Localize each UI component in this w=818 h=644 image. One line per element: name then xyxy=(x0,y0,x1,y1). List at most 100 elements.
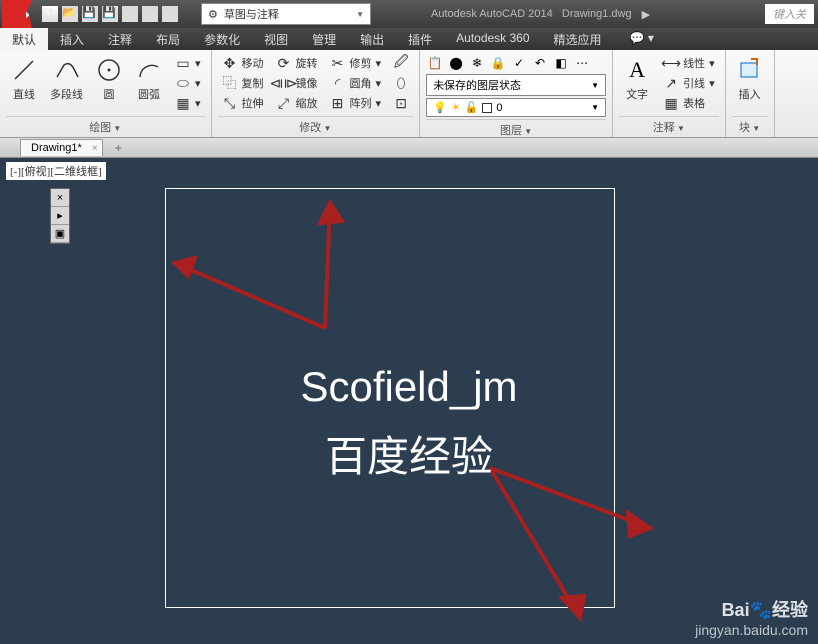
scale-button[interactable]: ⤢缩放 xyxy=(272,94,322,112)
mirror-button[interactable]: ⧏⧐镜像 xyxy=(272,74,322,92)
lock-open-icon: 🔓 xyxy=(465,101,479,114)
polyline-icon xyxy=(53,56,81,84)
draw-extra-3[interactable]: ▦ ▾ xyxy=(171,94,205,112)
footer-watermark: Bai🐾经验 jingyan.baidu.com xyxy=(695,596,808,638)
nav-close-icon[interactable]: × xyxy=(51,189,69,207)
draw-extra-2[interactable]: ⬭ ▾ xyxy=(171,74,205,92)
copy-icon: ⿻ xyxy=(222,75,238,91)
nav-steering-icon[interactable]: ▣ xyxy=(51,225,69,243)
tab-parametric[interactable]: 参数化 xyxy=(192,28,252,50)
tab-addins[interactable]: 插件 xyxy=(396,28,444,50)
layer-lock-icon[interactable]: 🔒 xyxy=(489,54,507,72)
modify-extra-2[interactable]: ⬯ xyxy=(389,74,413,92)
tab-default[interactable]: 默认 xyxy=(0,28,48,50)
text-button[interactable]: A 文字 xyxy=(619,54,655,114)
layer-prev-icon[interactable]: ↶ xyxy=(531,54,549,72)
viewport-label[interactable]: [-][俯视][二维线框] xyxy=(6,162,106,180)
fillet-icon: ◜ xyxy=(330,75,346,91)
layer-match-icon[interactable]: ✓ xyxy=(510,54,528,72)
tab-autodesk360[interactable]: Autodesk 360 xyxy=(444,28,541,50)
arc-button[interactable]: 圆弧 xyxy=(131,54,167,114)
saveas-icon[interactable]: 💾 xyxy=(102,6,118,22)
layer-iso-icon[interactable]: ◧ xyxy=(552,54,570,72)
rotate-icon: ⟳ xyxy=(276,55,292,71)
nav-bar: × ▸ ▣ xyxy=(50,188,70,244)
titlebar-arrow-icon[interactable]: ▶ xyxy=(642,8,650,21)
layer-off-icon[interactable]: ⬤ xyxy=(447,54,465,72)
tab-output[interactable]: 输出 xyxy=(348,28,396,50)
workspace-dropdown[interactable]: ⚙ 草图与注释 xyxy=(201,3,371,25)
panel-layer-label[interactable]: 图层 xyxy=(426,119,606,140)
new-tab-button[interactable]: + xyxy=(109,141,128,155)
plot-icon[interactable]: 🖶 xyxy=(122,6,138,22)
panel-modify: ✥移动 ⿻复制 ⤡拉伸 ⟳旋转 ⧏⧐镜像 ⤢缩放 ✂修剪 ▾ ◜圆角 ▾ ⊞阵列… xyxy=(212,50,421,137)
erase-icon: 🖉 xyxy=(393,55,409,71)
linear-dim-button[interactable]: ⟷线性 ▾ xyxy=(659,54,719,72)
modify-extra-1[interactable]: 🖉 xyxy=(389,54,413,72)
draw-extra-1[interactable]: ▭ ▾ xyxy=(171,54,205,72)
ribbon-help-icon[interactable]: 💬 ▾ xyxy=(622,28,662,50)
move-button[interactable]: ✥移动 xyxy=(218,54,268,72)
mirror-icon: ⧏⧐ xyxy=(276,75,292,91)
scale-icon: ⤢ xyxy=(276,95,292,111)
quick-access-toolbar: ▢ 📂 💾 💾 🖶 ↶ ↷ xyxy=(34,6,186,22)
table-button[interactable]: ▦表格 xyxy=(659,94,719,112)
nav-play-icon[interactable]: ▸ xyxy=(51,207,69,225)
layer-current-dropdown[interactable]: 💡 ☀ 🔓 0 xyxy=(426,98,606,117)
fillet-button[interactable]: ◜圆角 ▾ xyxy=(326,74,386,92)
layer-state-dropdown[interactable]: 未保存的图层状态 xyxy=(426,74,606,96)
trim-icon: ✂ xyxy=(330,55,346,71)
file-tab-drawing1[interactable]: Drawing1* × xyxy=(20,139,103,156)
panel-draw-label[interactable]: 绘图 xyxy=(6,116,205,137)
app-title: Autodesk AutoCAD 2014 Drawing1.dwg xyxy=(431,8,632,20)
insert-block-button[interactable]: 插入 xyxy=(732,54,768,114)
undo-icon[interactable]: ↶ xyxy=(142,6,158,22)
stretch-icon: ⤡ xyxy=(222,95,238,111)
sun-icon: ☀ xyxy=(451,101,461,114)
circle-icon xyxy=(95,56,123,84)
search-input[interactable]: 键入关 xyxy=(765,4,814,24)
new-icon[interactable]: ▢ xyxy=(42,6,58,22)
panel-layer: 📋 ⬤ ❄ 🔒 ✓ ↶ ◧ ⋯ 未保存的图层状态 💡 ☀ 🔓 0 图层 xyxy=(420,50,613,137)
layer-freeze-icon[interactable]: ❄ xyxy=(468,54,486,72)
tab-insert[interactable]: 插入 xyxy=(48,28,96,50)
offset-icon: ⊡ xyxy=(393,95,409,111)
tab-manage[interactable]: 管理 xyxy=(300,28,348,50)
modify-extra-3[interactable]: ⊡ xyxy=(389,94,413,112)
trim-button[interactable]: ✂修剪 ▾ xyxy=(326,54,386,72)
line-button[interactable]: 直线 xyxy=(6,54,42,114)
titlebar: ▢ 📂 💾 💾 🖶 ↶ ↷ ⚙ 草图与注释 Autodesk AutoCAD 2… xyxy=(0,0,818,28)
rotate-button[interactable]: ⟳旋转 xyxy=(272,54,322,72)
leader-button[interactable]: ↗引线 ▾ xyxy=(659,74,719,92)
workspace-label: 草图与注释 xyxy=(224,6,279,22)
save-icon[interactable]: 💾 xyxy=(82,6,98,22)
panel-annotate-label[interactable]: 注释 xyxy=(619,116,719,137)
open-icon[interactable]: 📂 xyxy=(62,6,78,22)
close-tab-icon[interactable]: × xyxy=(92,143,98,154)
tab-view[interactable]: 视图 xyxy=(252,28,300,50)
rect-icon: ▭ xyxy=(175,55,191,71)
panel-modify-label[interactable]: 修改 xyxy=(218,116,414,137)
linear-icon: ⟷ xyxy=(663,55,679,71)
tab-layout[interactable]: 布局 xyxy=(144,28,192,50)
annotation-arrow-3 xyxy=(480,458,670,628)
tab-featured[interactable]: 精选应用 xyxy=(542,28,614,50)
panel-block: 插入 块 xyxy=(726,50,775,137)
drawing-canvas[interactable]: [-][俯视][二维线框] × ▸ ▣ Scofield_jm 百度经验 Bai… xyxy=(0,158,818,644)
annotation-arrow-2 xyxy=(280,188,390,328)
circle-button[interactable]: 圆 xyxy=(91,54,127,114)
layer-more-icon[interactable]: ⋯ xyxy=(573,54,591,72)
app-menu-icon[interactable] xyxy=(2,0,32,28)
array-button[interactable]: ⊞阵列 ▾ xyxy=(326,94,386,112)
copy-button[interactable]: ⿻复制 xyxy=(218,74,268,92)
stretch-button[interactable]: ⤡拉伸 xyxy=(218,94,268,112)
hatch-icon: ▦ xyxy=(175,95,191,111)
panel-block-label[interactable]: 块 xyxy=(732,116,768,137)
watermark-source: 百度经验 xyxy=(325,423,493,484)
baidu-logo: Bai🐾经验 xyxy=(695,596,808,622)
layer-props-icon[interactable]: 📋 xyxy=(426,54,444,72)
panel-draw: 直线 多段线 圆 圆弧 ▭ ▾ ⬭ ▾ ▦ ▾ 绘图 xyxy=(0,50,212,137)
polyline-button[interactable]: 多段线 xyxy=(46,54,87,114)
tab-annotate[interactable]: 注释 xyxy=(96,28,144,50)
redo-icon[interactable]: ↷ xyxy=(162,6,178,22)
